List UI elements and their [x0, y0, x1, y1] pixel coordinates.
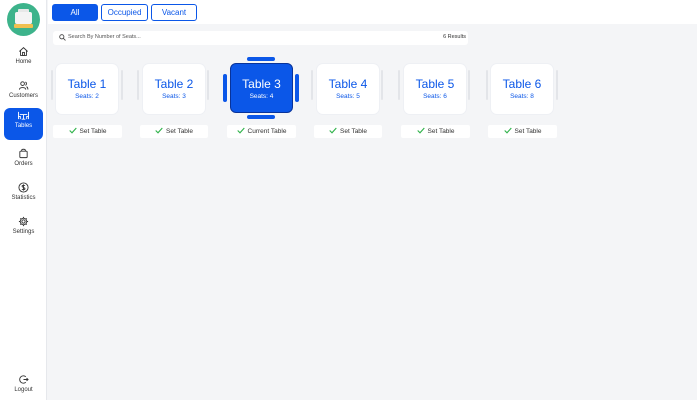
- table-seats: Seats: 2: [75, 93, 99, 100]
- sidebar-item-label: Tables: [14, 123, 33, 129]
- search-input[interactable]: Search By Number of Seats... 6 Results: [53, 31, 468, 45]
- table-seats: Seats: 8: [510, 93, 534, 100]
- filter-vacant-button[interactable]: Vacant: [151, 4, 197, 21]
- check-icon: [155, 127, 163, 134]
- gear-icon: [18, 216, 29, 227]
- action-label: Set Table: [79, 128, 107, 135]
- sidebar-item-statistics[interactable]: Statistics: [4, 180, 43, 212]
- table-name: Table 2: [154, 77, 194, 91]
- check-icon: [236, 127, 245, 134]
- set-table-button[interactable]: Set Table: [53, 125, 122, 138]
- set-table-button[interactable]: Set Table: [401, 125, 470, 138]
- chair: [247, 115, 275, 119]
- cash-register-icon[interactable]: [7, 3, 40, 36]
- table-seats: Seats: 4: [249, 93, 274, 100]
- orders-icon: [19, 148, 28, 159]
- table-name: Table 4: [328, 77, 368, 91]
- check-icon: [68, 127, 77, 134]
- sidebar-item-label: Orders: [14, 161, 33, 167]
- chair: [51, 70, 53, 100]
- chair: [247, 57, 275, 61]
- set-table-button[interactable]: Set Table: [140, 125, 208, 138]
- table-seats: Seats: 3: [162, 93, 186, 100]
- logout-label: Logout: [14, 387, 33, 393]
- customers-icon: [18, 81, 29, 90]
- chair: [223, 74, 227, 102]
- chair: [207, 70, 209, 100]
- table-card-2[interactable]: Table 2 Seats: 3: [143, 64, 205, 114]
- logout-button[interactable]: Logout: [4, 372, 43, 400]
- logout-icon: [19, 375, 29, 384]
- sidebar-item-label: Customers: [8, 93, 38, 99]
- action-label: Set Table: [166, 128, 193, 135]
- check-icon: [329, 127, 337, 134]
- chair: [468, 70, 470, 100]
- sidebar-item-orders[interactable]: Orders: [4, 146, 43, 178]
- sidebar-item-settings[interactable]: Settings: [4, 214, 43, 246]
- filter-bar: All Occupied Vacant: [48, 0, 697, 24]
- chair: [121, 70, 123, 100]
- search-icon: [59, 34, 66, 41]
- table-card-6[interactable]: Table 6 Seats: 8: [491, 64, 553, 114]
- results-count: 6 Results: [443, 34, 466, 40]
- table-card-1[interactable]: Table 1 Seats: 2: [56, 64, 118, 114]
- table-card-3[interactable]: Table 3 Seats: 4: [230, 63, 293, 113]
- dollar-icon: [18, 182, 29, 193]
- table-seats: Seats: 6: [423, 93, 447, 100]
- filter-occupied-button[interactable]: Occupied: [101, 4, 148, 21]
- chair: [311, 70, 313, 100]
- action-label: Current Table: [247, 128, 287, 135]
- current-table-button[interactable]: Current Table: [227, 125, 296, 138]
- chair: [381, 70, 383, 100]
- sidebar-item-label: Statistics: [11, 195, 36, 201]
- sidebar-item-label: Home: [15, 59, 32, 65]
- check-icon: [503, 127, 512, 134]
- action-label: Set Table: [340, 128, 367, 135]
- action-label: Set Table: [514, 128, 542, 135]
- set-table-button[interactable]: Set Table: [488, 125, 557, 138]
- sidebar-item-home[interactable]: Home: [4, 44, 43, 76]
- tables-icon: [18, 111, 29, 120]
- table-seats: Seats: 5: [336, 93, 360, 100]
- sidebar-item-customers[interactable]: Customers: [4, 78, 43, 110]
- chair: [556, 70, 558, 100]
- table-card-5[interactable]: Table 5 Seats: 6: [404, 64, 466, 114]
- sidebar: Home Customers Tables Orders Statistics …: [0, 0, 47, 400]
- chair: [295, 74, 299, 102]
- action-label: Set Table: [427, 128, 455, 135]
- table-card-4[interactable]: Table 4 Seats: 5: [317, 64, 379, 114]
- sidebar-item-tables[interactable]: Tables: [4, 108, 43, 140]
- table-name: Table 1: [67, 77, 107, 91]
- chair: [137, 70, 139, 100]
- table-name: Table 3: [242, 77, 281, 91]
- filter-all-button[interactable]: All: [52, 4, 98, 21]
- check-icon: [416, 127, 425, 134]
- chair: [398, 70, 400, 100]
- sidebar-item-label: Settings: [12, 229, 35, 235]
- chair: [486, 70, 488, 100]
- table-name: Table 5: [415, 77, 455, 91]
- set-table-button[interactable]: Set Table: [314, 125, 382, 138]
- home-icon: [19, 47, 28, 56]
- table-name: Table 6: [502, 77, 542, 91]
- search-placeholder: Search By Number of Seats...: [68, 34, 141, 40]
